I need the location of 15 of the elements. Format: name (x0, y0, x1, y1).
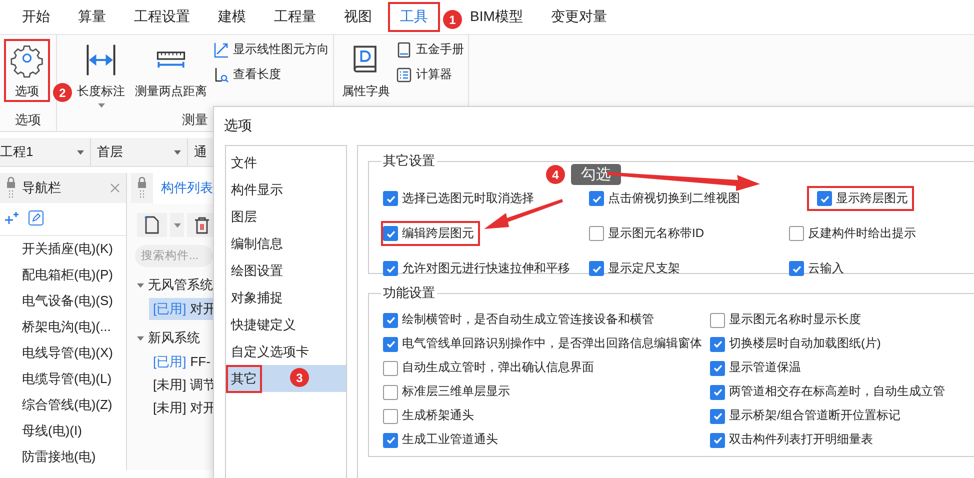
group-label: 选项 (15, 112, 41, 127)
status-label: [未用] (153, 400, 186, 415)
panel-title: 导航栏 (22, 179, 62, 197)
item-label: FF- (190, 354, 210, 369)
status-label: [未用] (153, 377, 186, 392)
status-label: [已用] (153, 354, 186, 369)
tooltip: 勾选 (571, 164, 621, 185)
group-title: 功能设置 (382, 284, 436, 302)
step-badge: 1 (443, 10, 462, 29)
group-label: 测量 (182, 112, 208, 127)
status-label: [已用] (153, 301, 186, 316)
step-badge: 3 (290, 368, 309, 387)
dialog-title: 选项 (223, 116, 253, 135)
step-badge: 2 (53, 83, 72, 102)
group-title: 其它设置 (382, 152, 436, 170)
